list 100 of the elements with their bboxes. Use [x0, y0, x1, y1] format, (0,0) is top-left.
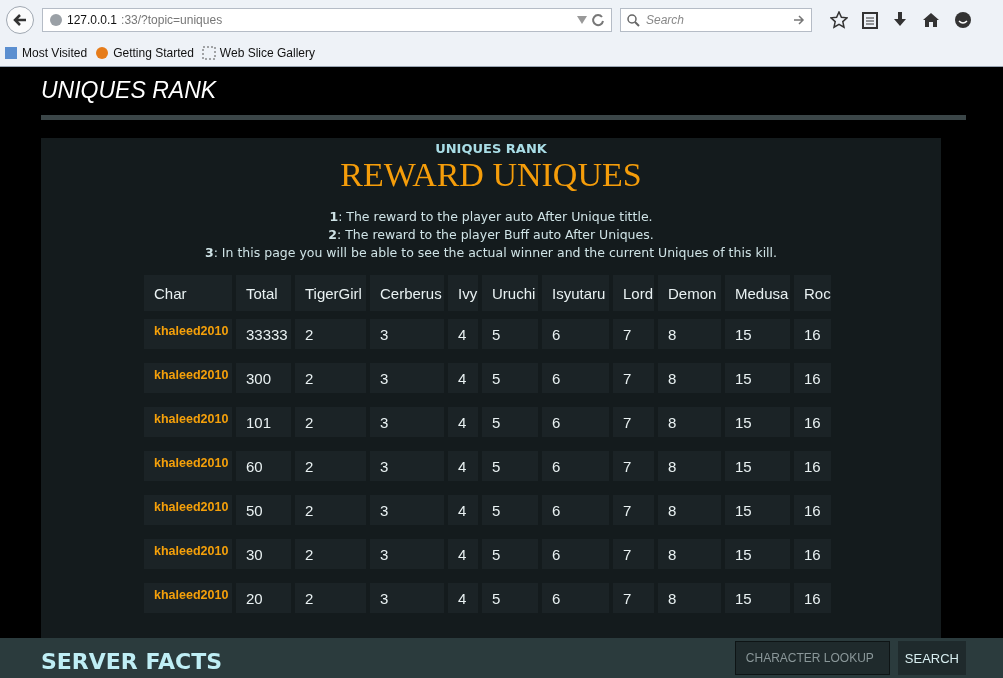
table-cell: 8: [658, 319, 721, 349]
address-bar[interactable]: 127.0.0.1 :33/?topic=uniques: [42, 8, 612, 32]
column-header: Demon: [658, 275, 721, 311]
table-cell: 5: [482, 583, 538, 613]
table-cell: 15: [725, 451, 790, 481]
url-host: 127.0.0.1: [67, 13, 118, 27]
url-path: :33/?topic=uniques: [121, 13, 224, 27]
column-header: Uruchi: [482, 275, 538, 311]
dropdown-icon[interactable]: [577, 16, 587, 24]
table-cell: 60: [236, 451, 291, 481]
home-icon[interactable]: [922, 12, 940, 28]
panel-heading: REWARD UNIQUES: [340, 156, 642, 194]
table-cell: 8: [658, 451, 721, 481]
search-button[interactable]: SEARCH: [897, 641, 966, 675]
column-header: Char: [144, 275, 232, 311]
character-name: khaleed2010: [144, 539, 232, 569]
character-lookup-field[interactable]: CHARACTER LOOKUP: [734, 641, 890, 675]
column-header: Roc: [794, 275, 831, 311]
table-cell: 16: [794, 495, 831, 525]
table-cell: 8: [658, 495, 721, 525]
table-cell: 6: [542, 363, 609, 393]
column-header: Ivy: [448, 275, 478, 311]
bookmark-link[interactable]: Getting Started: [95, 46, 194, 60]
bookmark-link[interactable]: Most Visited: [4, 46, 88, 60]
table-cell: 2: [295, 407, 366, 437]
table-cell: 15: [725, 407, 790, 437]
back-arrow-icon: [12, 12, 28, 28]
table-cell: 3: [370, 363, 444, 393]
search-icon: [627, 13, 640, 27]
table-cell: 2: [295, 319, 366, 349]
column-header: Lord: [613, 275, 654, 311]
table-cell: 3: [370, 495, 444, 525]
column-header: TigerGirl: [295, 275, 366, 311]
table-cell: 3: [370, 539, 444, 569]
table-cell: 300: [236, 363, 291, 393]
character-name: khaleed2010: [144, 583, 232, 613]
table-cell: 2: [295, 583, 366, 613]
search-field[interactable]: Search: [620, 8, 812, 32]
star-icon[interactable]: [830, 11, 848, 29]
search-placeholder: Search: [646, 13, 686, 27]
page-title: UNIQUES RANK: [41, 67, 966, 120]
reload-icon[interactable]: [591, 13, 605, 27]
table-cell: 16: [794, 539, 831, 569]
table-cell: 6: [542, 583, 609, 613]
table-cell: 15: [725, 495, 790, 525]
table-cell: 7: [613, 495, 654, 525]
character-name: khaleed2010: [144, 407, 232, 437]
table-cell: 5: [482, 451, 538, 481]
table-cell: 2: [295, 495, 366, 525]
table-cell: 4: [448, 319, 478, 349]
table-cell: 16: [794, 451, 831, 481]
table-cell: 3: [370, 407, 444, 437]
table-cell: 4: [448, 407, 478, 437]
table-cell: 6: [542, 319, 609, 349]
character-name: khaleed2010: [144, 319, 232, 349]
table-cell: 7: [613, 319, 654, 349]
table-cell: 7: [613, 451, 654, 481]
table-cell: 4: [448, 451, 478, 481]
table-cell: 5: [482, 363, 538, 393]
table-cell: 4: [448, 539, 478, 569]
table-cell: 8: [658, 583, 721, 613]
table-cell: 20: [236, 583, 291, 613]
table-cell: 30: [236, 539, 291, 569]
table-cell: 5: [482, 319, 538, 349]
note-text: 3: In this page you will be able to see the actual winner and the current Uniques of this kill.: [204, 244, 778, 261]
table-cell: 2: [295, 451, 366, 481]
table-cell: 33333: [236, 319, 291, 349]
table-cell: 15: [725, 583, 790, 613]
note-text: 2: The reward to the player Buff auto After Uniques.: [328, 226, 654, 243]
arrow-icon[interactable]: [793, 14, 805, 26]
table-cell: 6: [542, 495, 609, 525]
table-cell: 50: [236, 495, 291, 525]
table-cell: 4: [448, 363, 478, 393]
smiley-icon[interactable]: [954, 11, 972, 29]
table-cell: 7: [613, 363, 654, 393]
table-cell: 7: [613, 583, 654, 613]
character-name: khaleed2010: [144, 363, 232, 393]
table-cell: 7: [613, 539, 654, 569]
table-cell: 2: [295, 539, 366, 569]
panel-subtitle: UNIQUES RANK: [435, 141, 547, 156]
table-cell: 6: [542, 407, 609, 437]
table-cell: 15: [725, 363, 790, 393]
bookmark-link[interactable]: Web Slice Gallery: [201, 46, 315, 60]
note-text: 1: The reward to the player auto After Unique tittle.: [329, 208, 653, 225]
table-cell: 6: [542, 539, 609, 569]
column-header: Cerberus: [370, 275, 444, 311]
table-cell: 5: [482, 495, 538, 525]
table-cell: 16: [794, 407, 831, 437]
back-button[interactable]: [6, 6, 34, 34]
table-cell: 3: [370, 319, 444, 349]
table-cell: 3: [370, 451, 444, 481]
column-header: Total: [236, 275, 291, 311]
table-cell: 6: [542, 451, 609, 481]
table-cell: 8: [658, 539, 721, 569]
table-cell: 8: [658, 407, 721, 437]
table-cell: 5: [482, 539, 538, 569]
footer-title: SERVER FACTS: [41, 647, 223, 674]
table-cell: 3: [370, 583, 444, 613]
column-header: Isyutaru: [542, 275, 609, 311]
clipboard-icon[interactable]: [862, 11, 878, 29]
